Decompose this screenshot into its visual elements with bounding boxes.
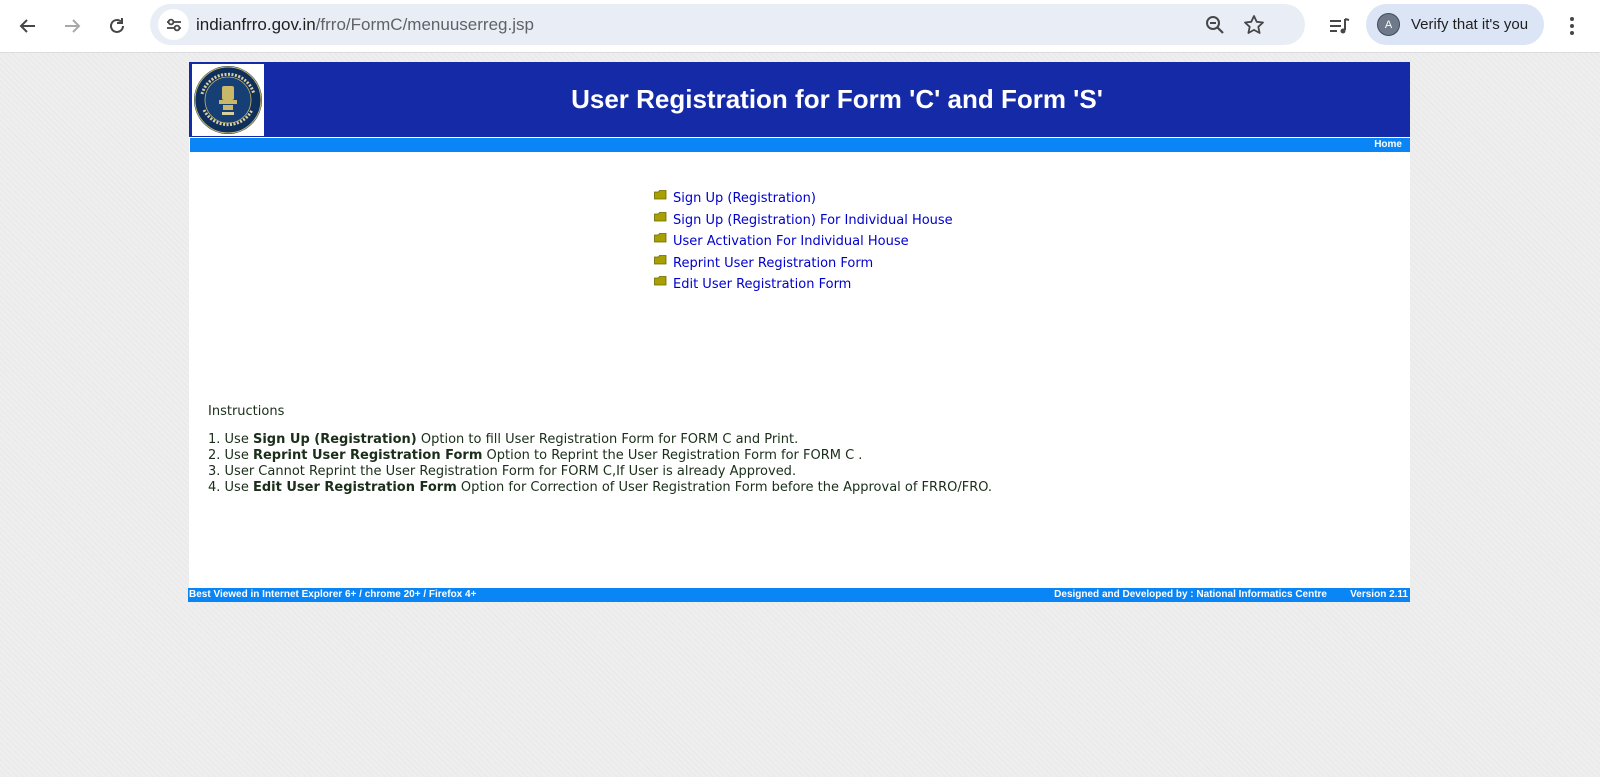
- developer-credit: Designed and Developed by : National Inf…: [1054, 589, 1327, 600]
- url-host: indianfrro.gov.in: [196, 15, 316, 34]
- registration-menu: Sign Up (Registration) Sign Up (Registra…: [654, 187, 953, 295]
- instruction-item: 2. Use Reprint User Registration Form Op…: [208, 448, 992, 464]
- instructions-heading: Instructions: [208, 404, 285, 419]
- avatar: A: [1377, 13, 1400, 36]
- menu-item-user-activation: User Activation For Individual House: [654, 230, 953, 252]
- instruction-text: Option for Correction of User Registrati…: [460, 480, 993, 495]
- back-arrow-icon: [19, 19, 35, 33]
- more-menu-icon: [1570, 17, 1574, 35]
- instruction-text: Use: [224, 448, 249, 463]
- home-link[interactable]: Home: [1374, 138, 1402, 152]
- top-nav-bar: Home: [190, 138, 1410, 152]
- user-activation-link[interactable]: User Activation For Individual House: [673, 234, 909, 249]
- instruction-option-name: Reprint User Registration Form: [252, 448, 483, 463]
- site-info-button[interactable]: [158, 9, 189, 40]
- bookmark-button[interactable]: [1241, 12, 1267, 38]
- footer-bar: Best Viewed in Internet Explorer 6+ / ch…: [188, 588, 1410, 602]
- more-menu-button[interactable]: [1554, 8, 1590, 44]
- site-info-icon: [166, 18, 181, 31]
- instruction-text: Option to Reprint the User Registration …: [486, 448, 863, 463]
- reprint-link[interactable]: Reprint User Registration Form: [673, 256, 873, 271]
- profile-chip[interactable]: A Verify that it's you: [1366, 4, 1544, 45]
- instruction-number: 2.: [208, 448, 221, 463]
- url-path: /frro/FormC/menuuserreg.jsp: [315, 15, 534, 34]
- instruction-text: Option to fill User Registration Form fo…: [420, 432, 799, 447]
- folder-bullet-icon: [654, 211, 667, 221]
- folder-bullet-icon: [654, 233, 667, 243]
- instruction-text: Use: [224, 432, 249, 447]
- page-title: User Registration for Form 'C' and Form …: [571, 84, 1103, 114]
- forward-button[interactable]: [54, 8, 90, 44]
- instruction-number: 4.: [208, 480, 221, 495]
- version-label: Version 2.11: [1350, 589, 1408, 600]
- sign-up-link[interactable]: Sign Up (Registration): [673, 191, 816, 206]
- instruction-item: 4. Use Edit User Registration Form Optio…: [208, 480, 992, 496]
- address-bar[interactable]: indianfrro.gov.in/frro/FormC/menuuserreg…: [150, 4, 1305, 45]
- instruction-number: 3.: [208, 464, 221, 479]
- instruction-item: 1. Use Sign Up (Registration) Option to …: [208, 432, 992, 448]
- emblem-seal-icon: [194, 66, 262, 134]
- instruction-text: User Cannot Reprint the User Registratio…: [224, 464, 797, 479]
- back-button[interactable]: [10, 8, 46, 44]
- folder-bullet-icon: [654, 276, 667, 286]
- folder-bullet-icon: [654, 190, 667, 200]
- zoom-out-icon: [1206, 16, 1224, 34]
- menu-item-reprint: Reprint User Registration Form: [654, 252, 953, 274]
- instruction-number: 1.: [208, 432, 221, 447]
- reload-button[interactable]: [99, 8, 135, 44]
- instruction-option-name: Sign Up (Registration): [252, 432, 417, 447]
- browser-compat-note: Best Viewed in Internet Explorer 6+ / ch…: [189, 589, 477, 600]
- header-banner: User Registration for Form 'C' and Form …: [189, 62, 1410, 137]
- media-playlist-icon: [1330, 18, 1350, 34]
- sign-up-individual-link[interactable]: Sign Up (Registration) For Individual Ho…: [673, 213, 953, 228]
- browser-toolbar: indianfrro.gov.in/frro/FormC/menuuserreg…: [0, 0, 1600, 53]
- instruction-text: Use: [224, 480, 249, 495]
- url-text[interactable]: indianfrro.gov.in/frro/FormC/menuuserreg…: [196, 4, 534, 45]
- instruction-option-name: Edit User Registration Form: [252, 480, 457, 495]
- page-container: User Registration for Form 'C' and Form …: [188, 62, 1410, 602]
- instruction-item: 3. User Cannot Reprint the User Registra…: [208, 464, 992, 480]
- instructions-list: 1. Use Sign Up (Registration) Option to …: [208, 432, 992, 496]
- bookmark-star-icon: [1244, 15, 1264, 34]
- logo: [192, 64, 264, 136]
- zoom-button[interactable]: [1202, 12, 1228, 38]
- forward-arrow-icon: [65, 19, 81, 33]
- media-control-button[interactable]: [1321, 8, 1357, 44]
- profile-label: Verify that it's you: [1411, 16, 1529, 33]
- menu-item-sign-up-individual: Sign Up (Registration) For Individual Ho…: [654, 209, 953, 231]
- edit-link[interactable]: Edit User Registration Form: [673, 277, 851, 292]
- menu-item-edit: Edit User Registration Form: [654, 273, 953, 295]
- folder-bullet-icon: [654, 254, 667, 264]
- reload-icon: [110, 18, 124, 33]
- menu-item-sign-up: Sign Up (Registration): [654, 187, 953, 209]
